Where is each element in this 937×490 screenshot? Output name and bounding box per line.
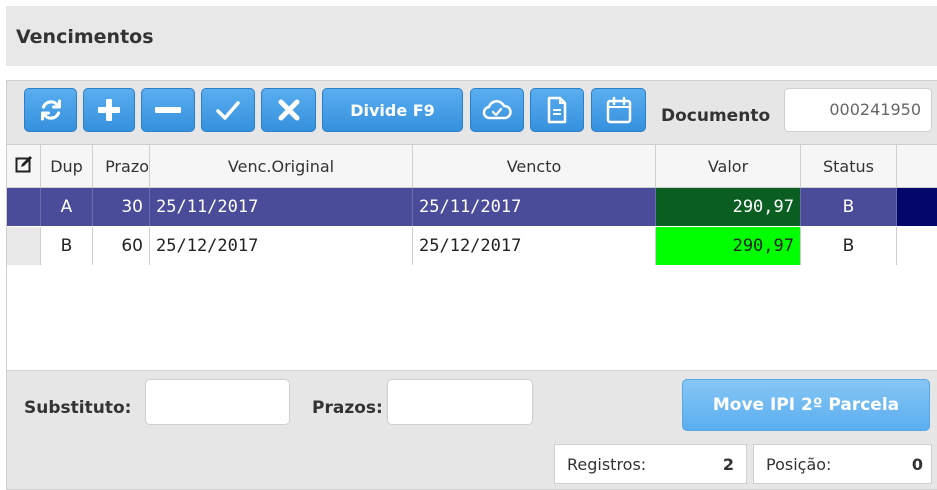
registros-box: Registros: 2 — [554, 444, 747, 484]
header-valor[interactable]: Valor — [656, 145, 801, 187]
table-row[interactable]: A 30 25/11/2017 25/11/2017 290,97 B — [7, 188, 937, 226]
row-indicator — [7, 227, 41, 265]
posicao-value: 0 — [911, 454, 923, 474]
calendar-icon — [605, 96, 633, 124]
add-button[interactable] — [83, 88, 135, 132]
cell-valor[interactable]: 290,97 — [656, 188, 801, 226]
substituto-label: Substituto: — [24, 398, 132, 418]
header-status[interactable]: Status — [801, 145, 897, 187]
row-filler — [897, 227, 937, 265]
cell-vencto[interactable]: 25/11/2017 — [413, 188, 656, 226]
documento-field[interactable]: 000241950 — [784, 88, 932, 132]
header-prazo[interactable]: Prazo — [93, 145, 150, 187]
cell-vencto[interactable]: 25/12/2017 — [413, 227, 656, 265]
cell-venc-original[interactable]: 25/12/2017 — [150, 227, 413, 265]
cloud-button[interactable] — [470, 88, 524, 132]
document-icon — [546, 96, 568, 124]
title-bar: Vencimentos — [6, 6, 937, 66]
move-ipi-button[interactable]: Move IPI 2º Parcela — [682, 379, 930, 431]
prazos-label: Prazos: — [312, 398, 383, 418]
minus-icon — [153, 105, 183, 115]
header-vencto[interactable]: Vencto — [413, 145, 656, 187]
document-button[interactable] — [530, 88, 584, 132]
vencimentos-grid: Dup Prazo Venc.Original Vencto Valor Sta… — [7, 144, 937, 371]
plus-icon — [95, 96, 123, 124]
posicao-label: Posição: — [766, 454, 832, 474]
registros-value: 2 — [722, 454, 734, 474]
cell-status[interactable]: B — [801, 188, 897, 226]
cell-prazo[interactable]: 60 — [93, 227, 150, 265]
vencimentos-panel: Divide F9 Documento 000241950 Dup Prazo … — [6, 80, 937, 490]
prazos-input[interactable] — [387, 379, 533, 425]
substituto-input[interactable] — [145, 379, 290, 425]
divide-button[interactable]: Divide F9 — [322, 88, 463, 132]
grid-header: Dup Prazo Venc.Original Vencto Valor Sta… — [7, 145, 937, 188]
calendar-button[interactable] — [591, 88, 646, 132]
cell-dup[interactable]: A — [41, 188, 93, 226]
cell-venc-original[interactable]: 25/11/2017 — [150, 188, 413, 226]
cell-status[interactable]: B — [801, 227, 897, 265]
posicao-box: Posição: 0 — [753, 444, 932, 484]
edit-column-header[interactable] — [7, 145, 41, 187]
cell-valor[interactable]: 290,97 — [656, 227, 801, 265]
cell-dup[interactable]: B — [41, 227, 93, 265]
cancel-button[interactable] — [261, 88, 316, 132]
row-indicator — [7, 188, 41, 226]
edit-icon — [15, 155, 33, 177]
documento-label: Documento — [661, 106, 771, 126]
header-dup[interactable]: Dup — [41, 145, 93, 187]
check-icon — [214, 98, 242, 122]
close-icon — [276, 97, 302, 123]
cell-prazo[interactable]: 30 — [93, 188, 150, 226]
remove-button[interactable] — [141, 88, 195, 132]
cloud-icon — [481, 98, 513, 122]
refresh-icon — [38, 97, 64, 123]
refresh-button[interactable] — [24, 88, 77, 132]
registros-label: Registros: — [567, 454, 647, 474]
table-row[interactable]: B 60 25/12/2017 25/12/2017 290,97 B — [7, 227, 937, 265]
page-title: Vencimentos — [16, 26, 154, 48]
header-venc-original[interactable]: Venc.Original — [150, 145, 413, 187]
confirm-button[interactable] — [201, 88, 255, 132]
row-filler — [897, 188, 937, 226]
header-filler — [897, 145, 937, 187]
